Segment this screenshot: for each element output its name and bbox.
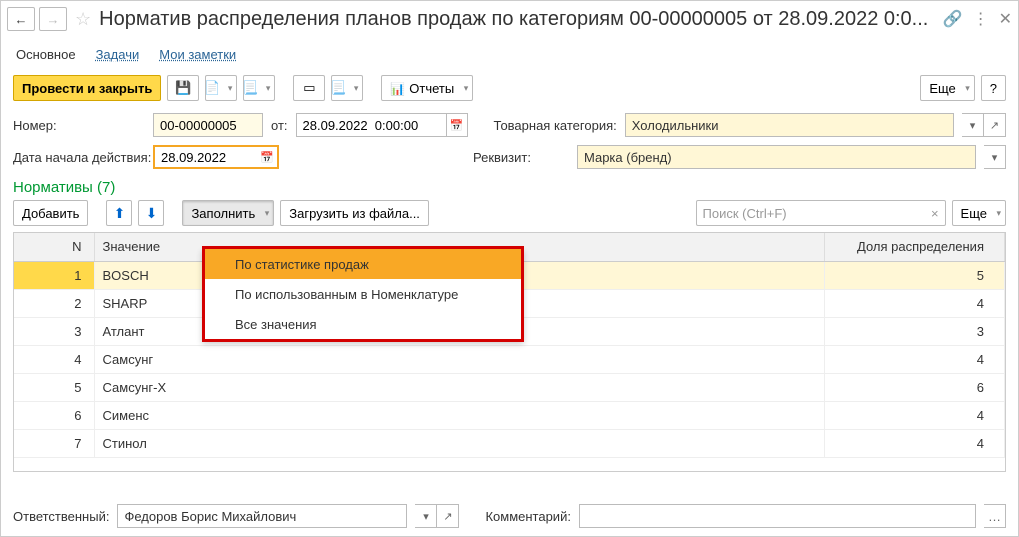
reports-button[interactable]: Отчеты [381, 75, 473, 101]
responsible-dropdown-button[interactable]: ▾ [415, 504, 437, 528]
save-button[interactable] [167, 75, 199, 101]
cell-n: 2 [14, 289, 94, 317]
grid-toolbar: Добавить ⬆ ⬇ Заполнить Загрузить из файл… [1, 198, 1018, 232]
window-title: Норматив распределения планов продаж по … [99, 8, 939, 31]
requisite-select[interactable]: Марка (бренд) [577, 145, 976, 169]
cell-value: Самсунг-Х [94, 373, 825, 401]
comment-field[interactable] [579, 504, 976, 528]
category-select[interactable]: Холодильники [625, 113, 954, 137]
col-header-share[interactable]: Доля распределения [825, 233, 1005, 261]
cell-share: 4 [825, 289, 1005, 317]
load-from-file-button[interactable]: Загрузить из файла... [280, 200, 429, 226]
post-and-close-button[interactable]: Провести и закрыть [13, 75, 161, 101]
date-field[interactable] [296, 113, 446, 137]
tab-tasks[interactable]: Задачи [96, 47, 140, 62]
calendar-icon-2 [260, 151, 274, 164]
from-label: от: [271, 118, 288, 133]
move-up-button[interactable]: ⬆ [106, 200, 132, 226]
add-row-button[interactable]: Добавить [13, 200, 88, 226]
doc3-icon [330, 80, 346, 96]
cell-share: 6 [825, 373, 1005, 401]
tab-notes[interactable]: Мои заметки [159, 47, 236, 62]
menu-item-all-values[interactable]: Все значения [205, 309, 521, 339]
post-split-button[interactable] [205, 75, 237, 101]
more-button[interactable]: Еще [920, 75, 974, 101]
cell-share: 4 [825, 401, 1005, 429]
cell-share: 3 [825, 317, 1005, 345]
responsible-label: Ответственный: [13, 509, 109, 524]
fill-dropdown-menu: По статистике продаж По использованным в… [202, 249, 524, 342]
comment-more-button[interactable] [984, 504, 1006, 528]
cell-n: 3 [14, 317, 94, 345]
footer: Ответственный: Федоров Борис Михайлович … [1, 496, 1018, 536]
calendar-icon [450, 119, 464, 132]
requisite-dropdown-button[interactable]: ▾ [984, 145, 1006, 169]
open-icon-2 [443, 510, 452, 523]
extra-split-button[interactable] [243, 75, 275, 101]
doc2-icon [242, 80, 258, 96]
save-icon [175, 80, 191, 96]
search-input[interactable]: Поиск (Ctrl+F) × [696, 200, 946, 226]
date-calendar-button[interactable] [446, 113, 468, 137]
reports-icon [390, 81, 409, 96]
table-row[interactable]: 4Самсунг4 [14, 345, 1005, 373]
dots-icon [988, 509, 1001, 524]
nav-tabs: Основное Задачи Мои заметки [1, 37, 1018, 67]
cell-value: Стинол [94, 429, 825, 457]
number-label: Номер: [13, 118, 145, 133]
link-icon[interactable]: 🔗 [943, 9, 963, 29]
category-open-button[interactable] [984, 113, 1006, 137]
cell-n: 4 [14, 345, 94, 373]
table-row[interactable]: 7Стинол4 [14, 429, 1005, 457]
doc-icon [204, 80, 220, 96]
cell-n: 5 [14, 373, 94, 401]
cell-share: 4 [825, 345, 1005, 373]
nav-back-button[interactable]: ← [7, 7, 35, 31]
cell-n: 1 [14, 261, 94, 289]
fill-button[interactable]: Заполнить [182, 200, 274, 226]
grid-more-button[interactable]: Еще [952, 200, 1006, 226]
category-label: Товарная категория: [494, 118, 617, 133]
start-date-field[interactable] [153, 145, 257, 169]
start-date-label: Дата начала действия: [13, 150, 145, 165]
menu-item-by-sales-stats[interactable]: По статистике продаж [205, 249, 521, 279]
help-button[interactable]: ? [981, 75, 1006, 101]
cell-value: Самсунг [94, 345, 825, 373]
requisite-label: Реквизит: [473, 150, 569, 165]
search-clear-button[interactable]: × [931, 206, 939, 221]
category-dropdown-button[interactable]: ▾ [962, 113, 984, 137]
favorite-star-icon[interactable]: ☆ [75, 9, 91, 30]
cell-share: 5 [825, 261, 1005, 289]
nav-forward-button[interactable]: → [39, 7, 67, 31]
close-icon[interactable]: ✕ [999, 9, 1012, 29]
table-row[interactable]: 6Сименс4 [14, 401, 1005, 429]
open-icon [990, 119, 999, 132]
section-title: Нормативы (7) [1, 173, 1018, 198]
responsible-open-button[interactable] [437, 504, 459, 528]
cell-n: 6 [14, 401, 94, 429]
movements-split-button[interactable] [331, 75, 363, 101]
start-date-calendar-button[interactable] [257, 145, 279, 169]
col-header-n[interactable]: N [14, 233, 94, 261]
cell-share: 4 [825, 429, 1005, 457]
move-down-button[interactable]: ⬇ [138, 200, 164, 226]
menu-item-by-used-in-nomenclature[interactable]: По использованным в Номенклатуре [205, 279, 521, 309]
cell-value: Сименс [94, 401, 825, 429]
main-toolbar: Провести и закрыть Отчеты Еще ? [1, 67, 1018, 109]
comment-label: Комментарий: [485, 509, 571, 524]
cell-n: 7 [14, 429, 94, 457]
table-row[interactable]: 5Самсунг-Х6 [14, 373, 1005, 401]
tab-main[interactable]: Основное [16, 47, 76, 62]
kebab-menu-icon[interactable]: ⋮ [973, 9, 989, 29]
box-icon [303, 80, 315, 96]
structure-button[interactable] [293, 75, 325, 101]
number-field[interactable] [153, 113, 263, 137]
responsible-select[interactable]: Федоров Борис Михайлович [117, 504, 407, 528]
